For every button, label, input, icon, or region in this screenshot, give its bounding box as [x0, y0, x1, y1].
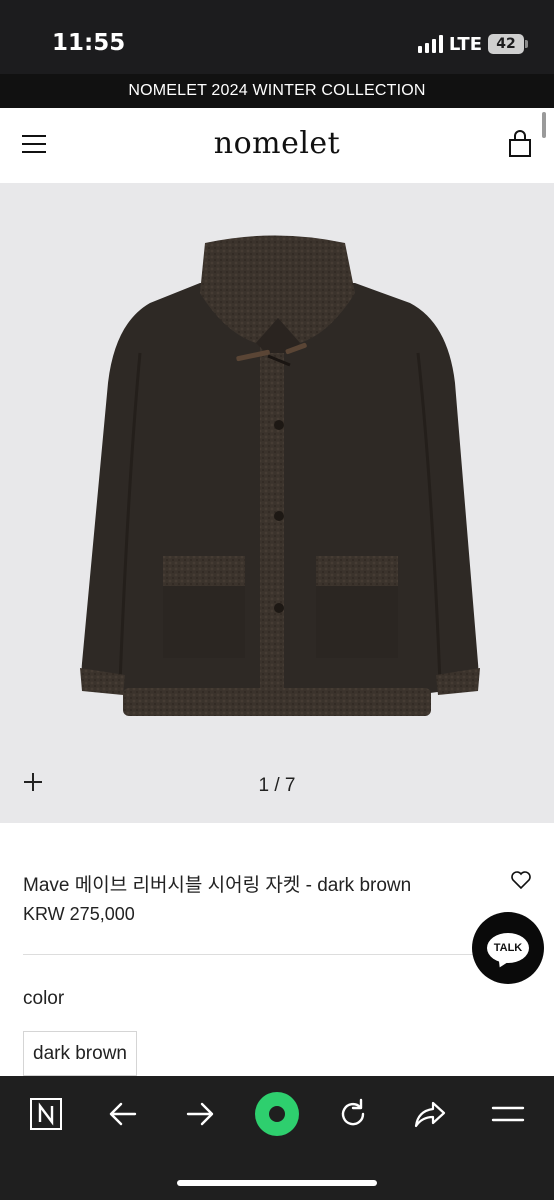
gallery-pager: 1 / 7 — [258, 775, 296, 796]
naver-n-icon[interactable] — [26, 1094, 66, 1134]
product-gallery[interactable]: 1 / 7 — [0, 183, 554, 823]
arrow-right-icon[interactable] — [180, 1094, 220, 1134]
color-option-dark-brown[interactable]: dark brown — [23, 1031, 137, 1076]
announcement-bar[interactable]: NOMELET 2024 WINTER COLLECTION — [0, 74, 554, 108]
reload-icon[interactable] — [333, 1094, 373, 1134]
battery-icon: 42 — [488, 34, 528, 54]
shopping-bag-icon[interactable] — [508, 130, 532, 158]
product-price: KRW 275,000 — [23, 904, 135, 924]
talk-chat-button[interactable]: TALK — [472, 912, 544, 984]
talk-label: TALK — [487, 933, 529, 963]
arrow-left-icon[interactable] — [103, 1094, 143, 1134]
site-header: nomelet — [0, 108, 554, 183]
status-bar: 11:55 LTE 42 — [0, 0, 554, 74]
heart-icon[interactable] — [510, 870, 532, 890]
network-label: LTE — [448, 33, 482, 55]
menu-lines-icon[interactable] — [488, 1094, 528, 1134]
product-info: Mave 메이브 리버시블 시어링 자켓 - dark brown KRW 27… — [0, 823, 554, 1078]
product-title: Mave 메이브 리버시블 시어링 자켓 - dark brown — [23, 875, 412, 896]
green-dot-icon[interactable] — [254, 1091, 300, 1137]
brand-logo[interactable]: nomelet — [0, 126, 554, 161]
home-indicator[interactable] — [177, 1180, 377, 1186]
divider — [23, 954, 473, 955]
color-label: color — [23, 988, 65, 1009]
battery-level: 42 — [496, 36, 516, 52]
share-icon[interactable] — [410, 1094, 450, 1134]
scrollbar[interactable] — [542, 112, 546, 138]
product-image — [80, 235, 480, 716]
status-indicators: LTE 42 — [417, 32, 528, 56]
signal-icon — [417, 35, 443, 53]
status-time: 11:55 — [52, 30, 126, 56]
